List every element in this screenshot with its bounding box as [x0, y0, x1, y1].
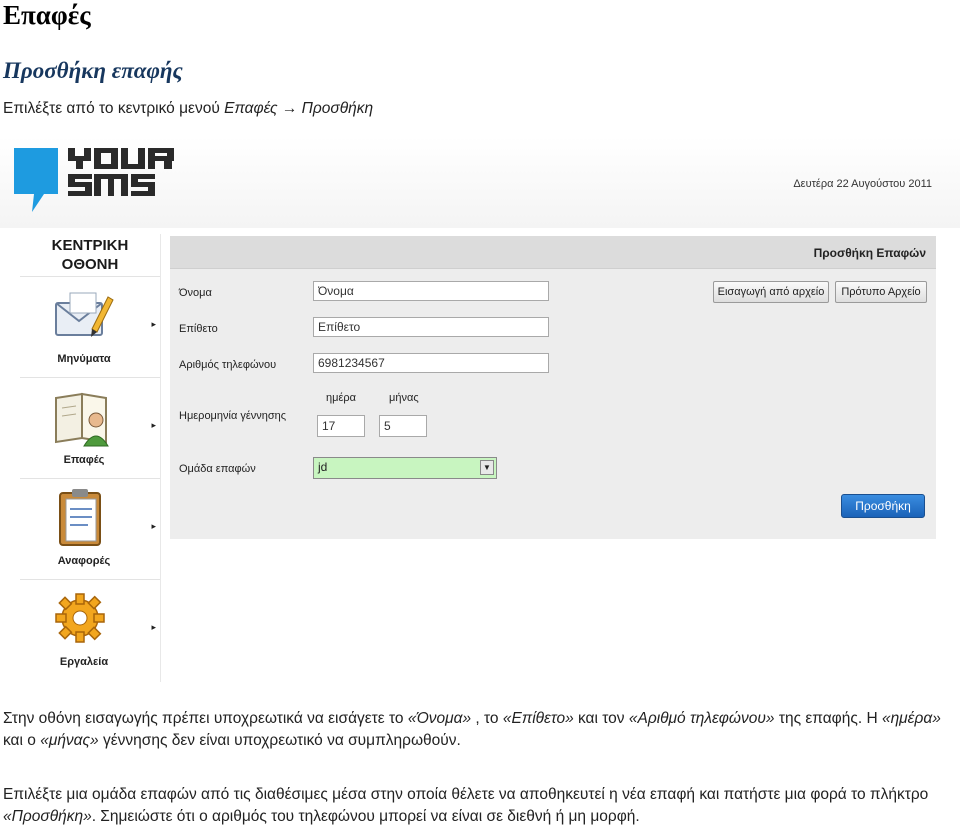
- group-label: Ομάδα επαφών: [179, 463, 256, 475]
- chevron-right-icon: ▸: [151, 622, 156, 632]
- template-file-button[interactable]: Πρότυπο Αρχείο: [835, 281, 927, 303]
- gear-icon: [52, 588, 114, 655]
- p3-text: . Σημειώστε ότι ο αριθμός του τηλεφώνου …: [91, 808, 640, 825]
- group-select-value: jd: [318, 460, 328, 474]
- first-name-label: Όνομα: [179, 287, 212, 299]
- sidebar-item-label: Αναφορές: [57, 555, 111, 567]
- doc-subheading: Προσθήκη επαφής: [3, 58, 183, 83]
- month-label: μήνας: [389, 392, 419, 404]
- p2-text: Στην οθόνη εισαγωγής πρέπει υποχρεωτικά …: [3, 710, 408, 727]
- p3-add: «Προσθήκη»: [3, 808, 92, 825]
- current-date: Δευτέρα 22 Αυγούστου 2011: [793, 178, 932, 190]
- import-from-file-button[interactable]: Εισαγωγή από αρχείο: [713, 281, 829, 303]
- app-header: Δευτέρα 22 Αυγούστου 2011: [0, 136, 960, 228]
- p2-phone: «Αριθμό τηλεφώνου»: [628, 710, 775, 727]
- sidebar-title-line2: ΟΘΟΝΗ: [61, 256, 119, 273]
- birth-date-label: Ημερομηνία γέννησης: [179, 410, 287, 422]
- doc-heading: Επαφές: [3, 0, 91, 30]
- contacts-book-icon: [52, 386, 114, 453]
- phone-input[interactable]: [313, 353, 549, 373]
- add-contact-button[interactable]: Προσθήκη: [841, 494, 925, 518]
- p2-day: «ημέρα»: [881, 710, 941, 727]
- arrow-right-icon: →: [281, 100, 298, 117]
- doc-paragraph-group: Επιλέξτε μια ομάδα επαφών από τις διαθέσ…: [3, 784, 958, 828]
- app-screenshot: Δευτέρα 22 Αυγούστου 2011 ΚΕΝΤΡΙΚΗ ΟΘΟΝΗ…: [0, 136, 960, 684]
- p2-text: , το: [471, 710, 503, 727]
- intro-prefix: Επιλέξτε από το κεντρικό μενού: [3, 100, 225, 117]
- chevron-right-icon: ▸: [151, 319, 156, 329]
- envelope-pencil-icon: [52, 285, 114, 352]
- p3-text: Επιλέξτε μια ομάδα επαφών από τις διαθέσ…: [3, 786, 929, 803]
- doc-intro: Επιλέξτε από το κεντρικό μενού Επαφές → …: [3, 100, 373, 118]
- p2-text: γέννησης δεν είναι υποχρεωτικό να συμπλη…: [98, 732, 461, 749]
- day-label: ημέρα: [326, 392, 356, 404]
- sidebar-item-contacts[interactable]: Επαφές ▸: [20, 378, 160, 479]
- birth-month-input[interactable]: [379, 415, 427, 437]
- doc-paragraph-required-fields: Στην οθόνη εισαγωγής πρέπει υποχρεωτικά …: [3, 708, 953, 752]
- sidebar-item-label: Εργαλεία: [59, 656, 109, 668]
- birth-day-input[interactable]: [317, 415, 365, 437]
- p2-text: και ο: [3, 732, 41, 749]
- sidebar-title[interactable]: ΚΕΝΤΡΙΚΗ ΟΘΟΝΗ: [20, 234, 160, 277]
- sidebar: ΚΕΝΤΡΙΚΗ ΟΘΟΝΗ Μηνύματα ▸ Επαφές ▸ Αναφο…: [20, 234, 161, 682]
- sidebar-title-line1: ΚΕΝΤΡΙΚΗ: [51, 237, 129, 254]
- panel-header: Προσθήκη Επαφών: [170, 236, 936, 269]
- clipboard-icon: [52, 487, 114, 554]
- last-name-label: Επίθετο: [179, 323, 218, 335]
- p2-month: «μήνας»: [40, 732, 99, 749]
- yoursms-logo[interactable]: [14, 146, 184, 223]
- sidebar-item-label: Μηνύματα: [57, 353, 111, 365]
- p2-text: της επαφής. Η: [774, 710, 882, 727]
- sidebar-item-messages[interactable]: Μηνύματα ▸: [20, 277, 160, 378]
- chevron-down-icon: ▼: [480, 460, 494, 475]
- p2-last-name: «Επίθετο»: [502, 710, 574, 727]
- first-name-input[interactable]: [313, 281, 549, 301]
- chevron-right-icon: ▸: [151, 521, 156, 531]
- group-select[interactable]: jd ▼: [313, 457, 497, 479]
- panel-title: Προσθήκη Επαφών: [813, 246, 926, 260]
- chevron-right-icon: ▸: [151, 420, 156, 430]
- sidebar-item-tools[interactable]: Εργαλεία ▸: [20, 580, 160, 680]
- intro-path-contacts: Επαφές: [224, 100, 278, 117]
- intro-path-add: Προσθήκη: [301, 100, 374, 117]
- p2-text: και τον: [573, 710, 629, 727]
- yoursms-logo-icon: [14, 148, 174, 212]
- sidebar-item-label: Επαφές: [63, 454, 105, 466]
- phone-label: Αριθμός τηλεφώνου: [179, 359, 277, 371]
- add-contact-panel: Προσθήκη Επαφών Όνομα Επίθετο Αριθμός τη…: [170, 236, 936, 539]
- p2-first-name: «Όνομα»: [407, 710, 472, 727]
- last-name-input[interactable]: [313, 317, 549, 337]
- sidebar-item-reports[interactable]: Αναφορές ▸: [20, 479, 160, 580]
